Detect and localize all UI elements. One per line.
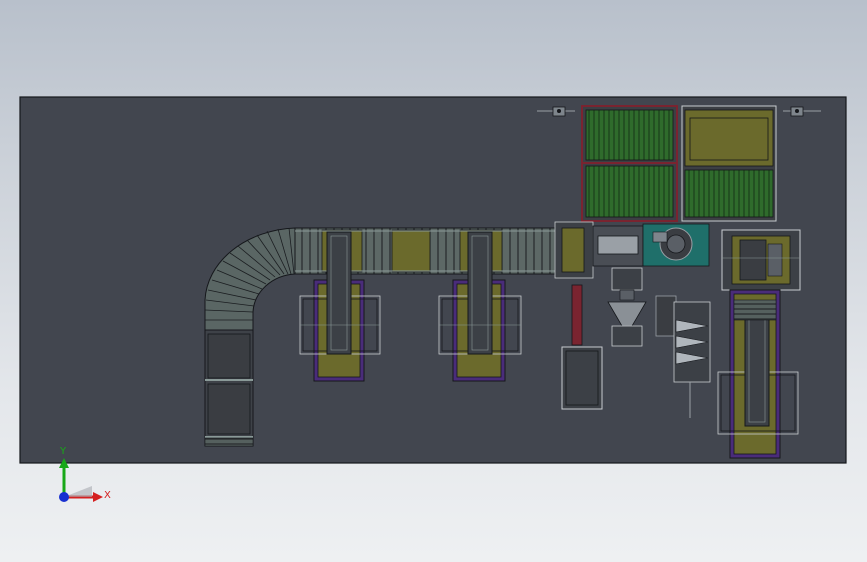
- cad-viewport[interactable]: Y X: [0, 0, 867, 562]
- pallet-magazine-right[interactable]: [681, 105, 777, 222]
- pallet-magazine-left[interactable]: [581, 105, 678, 222]
- feeder-hopper[interactable]: [607, 267, 647, 347]
- conveyor-olive-section: [391, 229, 431, 273]
- coordinate-triad-icon: [59, 458, 103, 502]
- triad-y-label: Y: [59, 446, 67, 457]
- right-station-upper[interactable]: [721, 229, 801, 291]
- triad-x-label: X: [104, 490, 111, 501]
